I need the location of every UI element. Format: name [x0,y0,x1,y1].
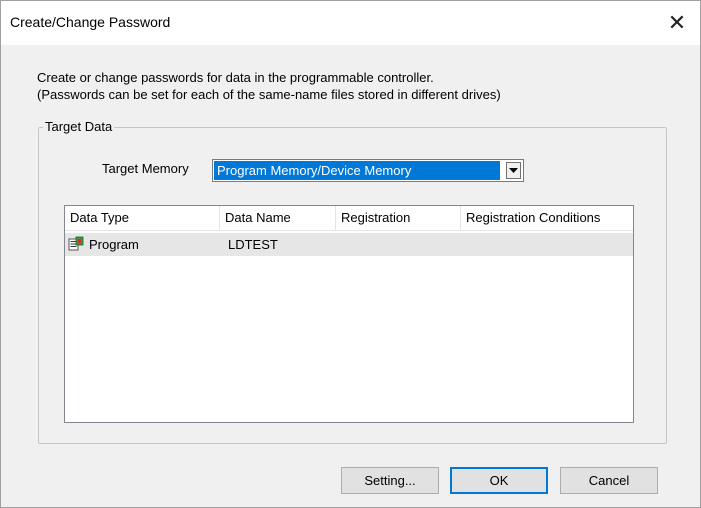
column-header-data-name[interactable]: Data Name [220,206,336,230]
description-line-1: Create or change passwords for data in t… [37,70,434,85]
program-icon [68,236,84,251]
close-button[interactable]: ✕ [654,1,700,45]
data-list-view[interactable]: Data Type Data Name Registration Registr… [64,205,634,423]
window-title: Create/Change Password [10,14,171,30]
column-header-registration-conditions[interactable]: Registration Conditions [461,206,633,230]
description-text: Create or change passwords for data in t… [37,69,501,103]
description-line-2: (Passwords can be set for each of the sa… [37,87,501,102]
chevron-down-icon [509,167,518,173]
target-data-group-label: Target Data [43,119,115,134]
cell-data-type: Program [89,237,139,252]
list-header: Data Type Data Name Registration Registr… [65,206,633,231]
cell-data-name: LDTEST [228,237,278,252]
close-icon: ✕ [667,10,687,35]
ok-button[interactable]: OK [450,467,548,494]
dropdown-arrow-button[interactable] [506,162,521,179]
setting-button[interactable]: Setting... [341,467,439,494]
column-header-data-type[interactable]: Data Type [65,206,220,230]
table-row[interactable]: Program LDTEST [65,233,633,256]
target-memory-selected-value: Program Memory/Device Memory [214,161,500,180]
target-memory-label: Target Memory [102,161,189,176]
cancel-button[interactable]: Cancel [560,467,658,494]
column-header-registration[interactable]: Registration [336,206,461,230]
target-memory-dropdown[interactable]: Program Memory/Device Memory [212,159,524,182]
title-bar: Create/Change Password ✕ [1,1,700,45]
